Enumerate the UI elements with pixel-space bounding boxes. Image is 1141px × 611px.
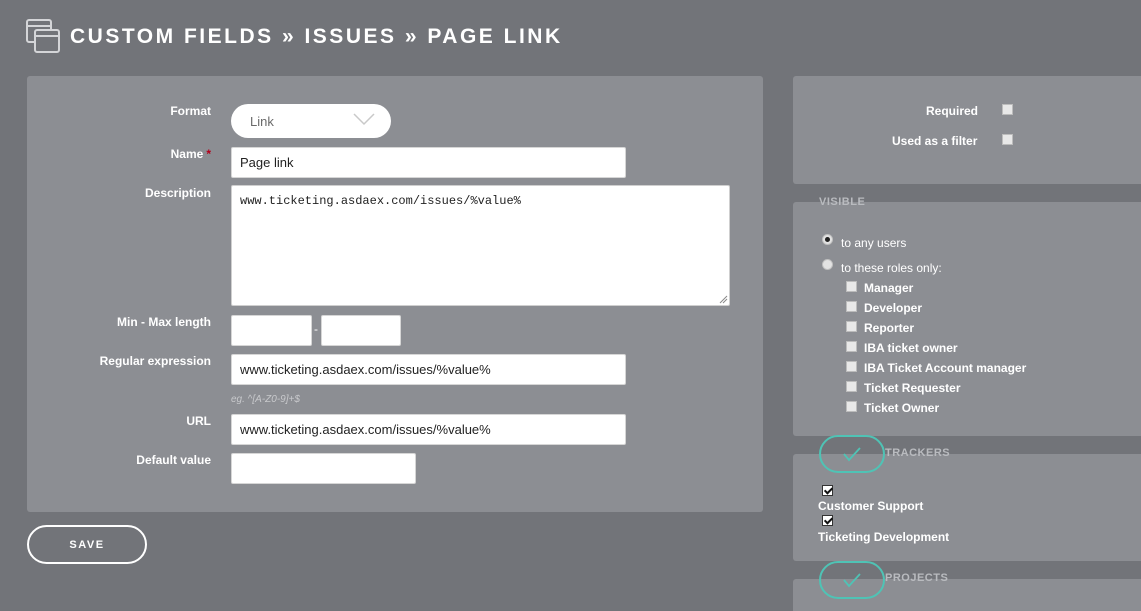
url-label: URL bbox=[186, 414, 211, 428]
min-length-field[interactable] bbox=[231, 315, 312, 346]
required-star: * bbox=[206, 147, 211, 161]
role-checkbox[interactable] bbox=[846, 361, 857, 372]
minmax-separator: - bbox=[314, 322, 318, 336]
regex-label: Regular expression bbox=[99, 354, 211, 368]
description-textarea[interactable]: www.ticketing.asdaex.com/issues/%value% bbox=[231, 185, 730, 306]
resize-grip-icon[interactable] bbox=[718, 294, 728, 304]
any-users-label: to any users bbox=[841, 236, 907, 250]
any-users-radio[interactable] bbox=[822, 234, 833, 245]
visible-title: VISIBLE bbox=[819, 196, 866, 208]
toggle-all-projects-button[interactable] bbox=[819, 561, 885, 599]
role-label: Ticket Requester bbox=[864, 381, 961, 395]
page-title: CUSTOM FIELDS » ISSUES » PAGE LINK bbox=[70, 25, 563, 48]
tracker-label: Ticketing Development bbox=[818, 530, 950, 544]
checkmark-icon bbox=[843, 447, 861, 462]
role-label: IBA Ticket Account manager bbox=[864, 361, 1027, 375]
toggle-all-trackers-button[interactable] bbox=[819, 435, 885, 473]
roles-only-radio[interactable] bbox=[822, 259, 833, 270]
options-panel: Required Used as a filter bbox=[793, 76, 1141, 184]
regex-field[interactable]: www.ticketing.asdaex.com/issues/%value% bbox=[231, 354, 626, 385]
name-field[interactable]: Page link bbox=[231, 147, 626, 178]
url-field[interactable]: www.ticketing.asdaex.com/issues/%value% bbox=[231, 414, 626, 445]
chevron-down-icon bbox=[353, 113, 375, 126]
tracker-label: Customer Support bbox=[818, 499, 924, 513]
save-button[interactable]: SAVE bbox=[27, 525, 147, 564]
checkmark-icon bbox=[843, 573, 861, 588]
role-checkbox[interactable] bbox=[846, 341, 857, 352]
name-label: Name * bbox=[170, 147, 211, 161]
trackers-title: TRACKERS bbox=[885, 447, 951, 459]
role-label: Ticket Owner bbox=[864, 401, 940, 415]
tracker-checkbox[interactable] bbox=[822, 515, 833, 526]
role-label: Developer bbox=[864, 301, 923, 315]
role-checkbox[interactable] bbox=[846, 321, 857, 332]
default-value-field[interactable] bbox=[231, 453, 416, 484]
required-label: Required bbox=[926, 104, 979, 118]
role-checkbox[interactable] bbox=[846, 381, 857, 392]
format-value: Link bbox=[250, 114, 274, 129]
role-checkbox[interactable] bbox=[846, 301, 857, 312]
projects-title: PROJECTS bbox=[885, 572, 949, 584]
role-checkbox[interactable] bbox=[846, 281, 857, 292]
description-text: www.ticketing.asdaex.com/issues/%value% bbox=[240, 194, 521, 208]
default-value-label: Default value bbox=[136, 453, 211, 467]
max-length-field[interactable] bbox=[321, 315, 401, 346]
format-label: Format bbox=[170, 104, 211, 118]
role-checkbox[interactable] bbox=[846, 401, 857, 412]
format-select[interactable]: Link bbox=[231, 104, 391, 138]
role-label: Manager bbox=[864, 281, 914, 295]
filter-label: Used as a filter bbox=[892, 134, 978, 148]
tracker-checkbox[interactable] bbox=[822, 485, 833, 496]
windows-icon bbox=[26, 19, 62, 55]
field-settings-panel: Format Link Name * Page link Description … bbox=[27, 76, 763, 512]
page-header: CUSTOM FIELDS » ISSUES » PAGE LINK bbox=[26, 19, 563, 55]
regex-hint: eg. ^[A-Z0-9]+$ bbox=[231, 394, 300, 405]
visible-panel: VISIBLE to any users to these roles only… bbox=[793, 196, 1141, 436]
role-label: IBA ticket owner bbox=[864, 341, 958, 355]
description-label: Description bbox=[144, 186, 211, 200]
role-label: Reporter bbox=[864, 321, 915, 335]
minmax-label: Min - Max length bbox=[117, 315, 211, 329]
used-as-filter-checkbox[interactable] bbox=[1002, 134, 1013, 145]
required-checkbox[interactable] bbox=[1002, 104, 1013, 115]
roles-only-label: to these roles only: bbox=[841, 261, 942, 275]
